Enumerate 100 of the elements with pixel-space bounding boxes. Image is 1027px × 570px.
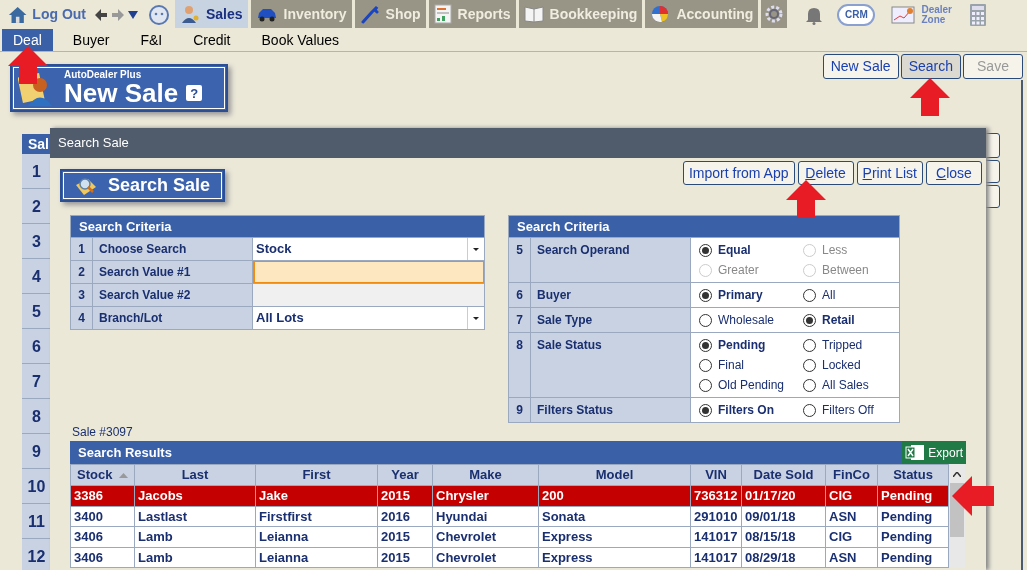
row-number: 8 xyxy=(509,333,531,397)
dropdown-caret-icon xyxy=(473,247,479,251)
column-header[interactable]: Make xyxy=(432,464,539,486)
table-cell: Express xyxy=(538,526,691,547)
spreadsheet-icon xyxy=(905,444,926,461)
table-cell: Chevrolet xyxy=(432,547,539,568)
row-number: 4 xyxy=(22,259,51,294)
row-number: 8 xyxy=(22,399,51,434)
sub-tab[interactable]: Deal xyxy=(2,29,53,51)
dialog-button[interactable]: Import from App xyxy=(682,161,795,185)
column-header[interactable]: FinCo xyxy=(825,464,878,486)
action-button[interactable]: New Sale xyxy=(822,54,899,79)
column-header[interactable]: Date Sold xyxy=(741,464,826,486)
select-field[interactable]: Stock xyxy=(253,238,484,260)
car-icon xyxy=(255,6,278,22)
table-cell: ASN xyxy=(825,506,878,527)
row-number: 2 xyxy=(22,189,51,224)
search-sale-banner: Search Sale xyxy=(60,169,225,202)
column-header[interactable]: Status xyxy=(877,464,949,486)
sub-tab[interactable]: Book Values xyxy=(250,29,351,51)
pointer-arrow xyxy=(952,476,994,516)
table-cell: 200 xyxy=(538,485,691,506)
radio-option[interactable]: Final xyxy=(699,355,803,375)
radio-option[interactable]: Old Pending xyxy=(699,375,803,395)
radio-option[interactable]: Retail xyxy=(803,310,899,330)
table-cell: 2015 xyxy=(377,526,433,547)
logout-link[interactable]: Log Out xyxy=(32,4,86,25)
dropdown-caret-icon[interactable] xyxy=(128,10,138,19)
radio-option[interactable]: Tripped xyxy=(803,335,899,355)
table-cell: 2015 xyxy=(377,485,433,506)
table-cell: 3386 xyxy=(70,485,135,506)
row-number: 5 xyxy=(22,294,51,329)
table-cell: Pending xyxy=(877,526,949,547)
field-label: Search Value #1 xyxy=(93,261,253,283)
nav-tab[interactable]: Sales xyxy=(175,0,248,28)
crm-button[interactable]: CRM xyxy=(837,3,876,26)
result-row[interactable]: 3406 Lamb Leianna 2015 Chevrolet Express 141017 08/29/18 ASN Pending xyxy=(70,547,949,568)
table-cell: 141017 xyxy=(690,547,742,568)
field-label: Branch/Lot xyxy=(93,307,253,329)
row-number: 11 xyxy=(22,504,51,539)
radio-option[interactable]: Primary xyxy=(699,285,803,305)
export-button[interactable]: Export xyxy=(902,441,966,464)
table-cell: Jake xyxy=(255,485,378,506)
pointer-arrow xyxy=(786,180,826,218)
column-header[interactable]: First xyxy=(255,464,378,486)
back-arrow-icon[interactable] xyxy=(94,7,108,22)
calculator-icon[interactable] xyxy=(970,3,986,26)
dashboard-icon[interactable] xyxy=(891,5,916,24)
result-row[interactable]: 3386 Jacobs Jake 2015 Chrysler 200 736312 01/17/20 CIG Pending xyxy=(70,485,949,506)
row-number: 7 xyxy=(509,308,531,332)
scroll-up-icon[interactable] xyxy=(953,472,961,477)
select-field[interactable]: All Lots xyxy=(253,307,484,329)
text-field[interactable] xyxy=(253,261,484,283)
scrollbar[interactable] xyxy=(949,464,965,568)
table-cell: Sonata xyxy=(538,506,691,527)
column-header[interactable]: Last xyxy=(134,464,256,486)
table-cell: 09/01/18 xyxy=(741,506,826,527)
column-header[interactable]: VIN xyxy=(690,464,742,486)
action-button[interactable]: Search xyxy=(900,54,961,79)
help-badge[interactable]: ? xyxy=(186,85,203,101)
column-header[interactable]: Year xyxy=(377,464,433,486)
row-number: 5 xyxy=(509,238,531,282)
radio-option[interactable]: Pending xyxy=(699,335,803,355)
support-face-icon[interactable] xyxy=(148,3,170,26)
radio-option[interactable]: Filters On xyxy=(699,400,803,420)
table-cell: CIG xyxy=(825,485,878,506)
radio-option[interactable]: Filters Off xyxy=(803,400,899,420)
table-cell: ASN xyxy=(825,547,878,568)
pie-chart-icon xyxy=(650,4,671,24)
table-cell: 3400 xyxy=(70,506,135,527)
home-icon[interactable] xyxy=(8,4,28,25)
table-cell: Lamb xyxy=(134,547,256,568)
radio-option[interactable]: Locked xyxy=(803,355,899,375)
radio-option[interactable]: All xyxy=(803,285,899,305)
table-cell: 3406 xyxy=(70,526,135,547)
sub-tab[interactable]: F&I xyxy=(129,29,174,51)
result-row[interactable]: 3400 Lastlast Firstfirst 2016 Hyundai Sonata 291010 09/01/18 ASN Pending xyxy=(70,506,949,527)
table-cell: CIG xyxy=(825,526,878,547)
table-cell: Leianna xyxy=(255,547,378,568)
field-label: Filters Status xyxy=(531,398,691,422)
wrench-icon xyxy=(359,4,380,24)
sub-tab[interactable]: Credit xyxy=(182,29,242,51)
column-header[interactable]: Model xyxy=(538,464,691,486)
column-header[interactable]: Stock xyxy=(70,464,135,486)
dialog-button[interactable]: Delete xyxy=(797,161,854,185)
result-row[interactable]: 3406 Lamb Leianna 2015 Chevrolet Express 141017 08/15/18 CIG Pending xyxy=(70,526,949,547)
radio-option[interactable]: Wholesale xyxy=(699,310,803,330)
row-number: 6 xyxy=(22,329,51,364)
dialog-button[interactable]: Close xyxy=(926,161,982,185)
table-cell: Lastlast xyxy=(134,506,256,527)
table-cell: Hyundai xyxy=(432,506,539,527)
radio-option[interactable]: All Sales xyxy=(803,375,899,395)
sub-tab[interactable]: Buyer xyxy=(61,29,121,51)
table-cell: 2016 xyxy=(377,506,433,527)
sale-number: Sale #3097 xyxy=(72,424,133,441)
row-number: 9 xyxy=(509,398,531,422)
dialog-button[interactable]: Print List xyxy=(856,161,923,185)
radio-option[interactable]: Equal xyxy=(699,240,803,260)
settings-icon[interactable] xyxy=(764,4,785,24)
field-label: Search Operand xyxy=(531,238,691,282)
